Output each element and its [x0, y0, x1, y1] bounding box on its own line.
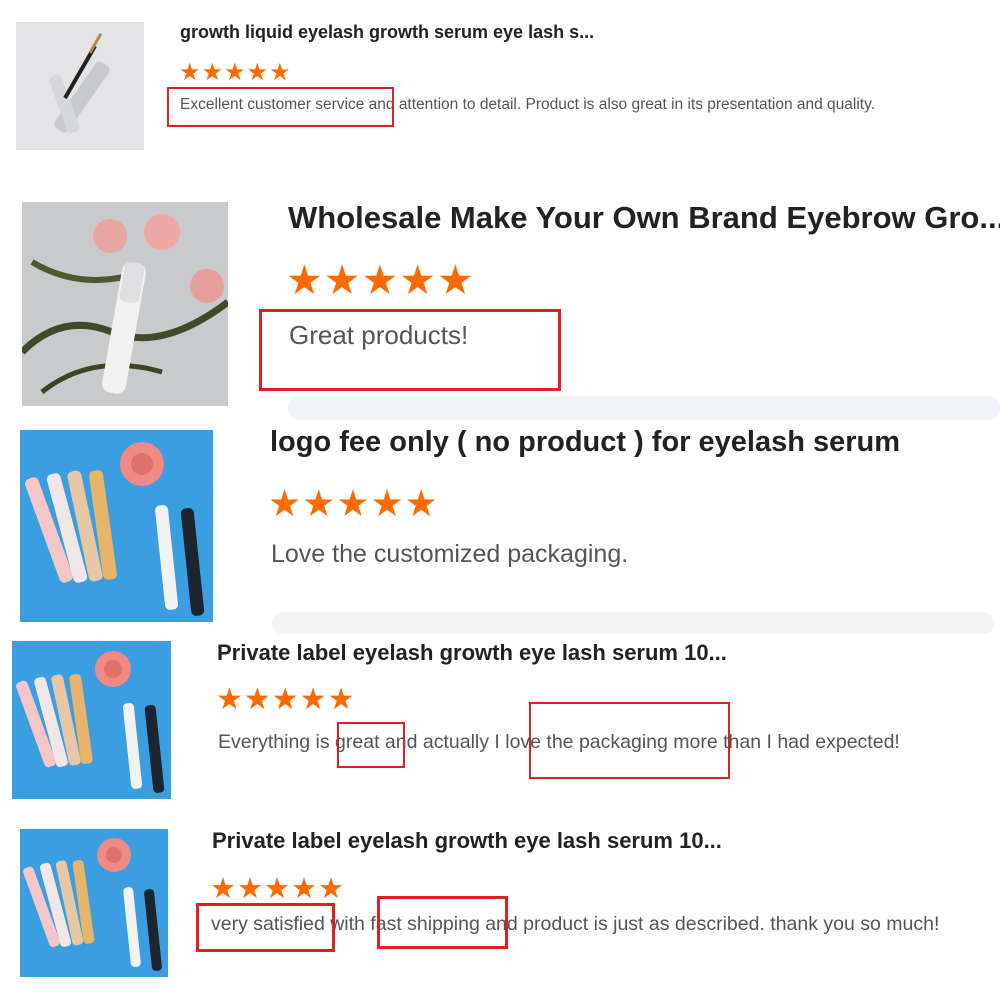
- product-title[interactable]: Private label eyelash growth eye lash se…: [212, 828, 722, 854]
- star-rating: ★★★★★: [216, 683, 356, 716]
- product-title[interactable]: Wholesale Make Your Own Brand Eyebrow Gr…: [288, 200, 1000, 236]
- divider: [272, 612, 994, 634]
- eyebrow-serum-tube-image: [22, 202, 228, 406]
- review-card-5: Private label eyelash growth eye lash se…: [0, 815, 1000, 1000]
- highlight-box: [529, 702, 730, 779]
- product-title[interactable]: logo fee only ( no product ) for eyelash…: [270, 426, 900, 459]
- product-thumbnail[interactable]: [22, 202, 228, 406]
- review-card-3: logo fee only ( no product ) for eyelash…: [0, 420, 1000, 630]
- product-thumbnail[interactable]: [12, 641, 171, 799]
- packaging-tubes-image: [12, 641, 171, 799]
- eyelash-serum-tube-image: [16, 22, 144, 150]
- highlight-box: [259, 309, 561, 391]
- highlight-box: [196, 903, 335, 952]
- product-title[interactable]: Private label eyelash growth eye lash se…: [217, 640, 727, 666]
- highlight-box: [167, 87, 394, 127]
- packaging-tubes-image: [20, 430, 213, 622]
- review-card-2: Wholesale Make Your Own Brand Eyebrow Gr…: [0, 180, 1000, 410]
- star-rating: ★★★★★: [179, 59, 292, 86]
- product-thumbnail[interactable]: [20, 430, 213, 622]
- star-rating: ★★★★★: [286, 257, 475, 303]
- product-thumbnail[interactable]: [20, 829, 168, 977]
- star-rating: ★★★★★: [268, 483, 439, 524]
- packaging-tubes-image: [20, 829, 168, 977]
- review-card-1: growth liquid eyelash growth serum eye l…: [0, 0, 1000, 170]
- review-card-4: Private label eyelash growth eye lash se…: [0, 636, 1000, 806]
- review-comment: Love the customized packaging.: [271, 540, 629, 568]
- star-rating: ★★★★★: [210, 873, 345, 905]
- product-thumbnail[interactable]: [16, 22, 144, 150]
- highlight-box: [337, 722, 405, 768]
- highlight-box: [377, 896, 508, 949]
- product-title[interactable]: growth liquid eyelash growth serum eye l…: [180, 22, 594, 43]
- divider: [288, 396, 1000, 420]
